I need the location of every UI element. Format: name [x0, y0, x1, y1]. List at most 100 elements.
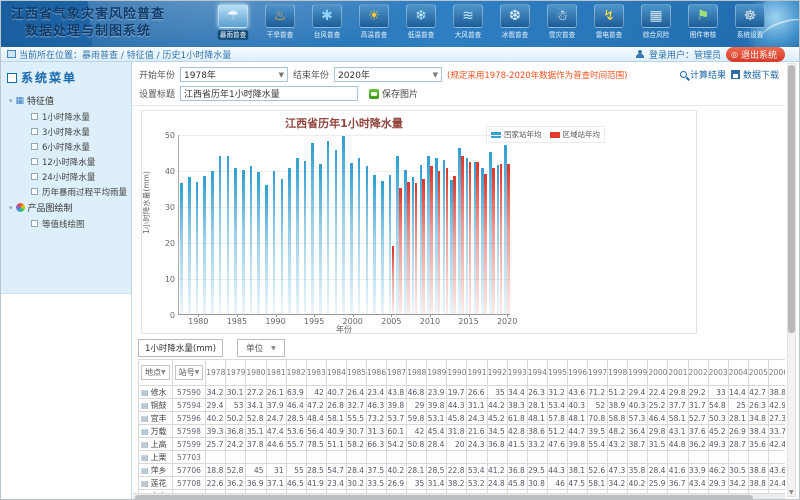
sidebar-item-1-4[interactable]: 12小时降水量: [1, 154, 131, 169]
table-body: ▤修水5759034.230.127.226.163.94240.726.423…: [139, 386, 786, 500]
sidebar-item-1-5[interactable]: 24小时降水量: [1, 169, 131, 184]
logout-label: 退出系统: [741, 48, 777, 61]
start-year-select[interactable]: 1978年▼: [180, 67, 288, 82]
toolbar-item-10[interactable]: ▦综合风险: [634, 4, 678, 40]
sidebar-item-1-3[interactable]: 6小时降水量: [1, 139, 131, 154]
year-header-1998: 1998: [608, 360, 628, 386]
value-cell: [768, 451, 785, 464]
logged-in-user: 登录用户：管理员: [649, 48, 721, 61]
vscroll-thumb[interactable]: [788, 65, 795, 333]
value-cell: 78.5: [306, 438, 326, 451]
value-cell: 28.4: [427, 438, 447, 451]
value-cell: 53: [226, 399, 246, 412]
value-cell: 36.2: [226, 477, 246, 490]
table-row-1[interactable]: ▤修水5759034.230.127.226.163.94240.726.423…: [139, 386, 786, 399]
sidebar-item-2-1[interactable]: 等值线绘图: [1, 216, 131, 231]
save-image-button[interactable]: 保存图片: [369, 87, 418, 100]
value-cell: 38.3: [507, 399, 527, 412]
value-cell: 30.8: [527, 477, 547, 490]
value-cell: 42.9: [768, 399, 785, 412]
value-cell: 61.8: [507, 412, 527, 425]
toolbar-item-label: 干旱普查: [267, 30, 294, 40]
table-row-3[interactable]: ▤宜丰5759640.250.252.824.728.548.458.155.5…: [139, 412, 786, 425]
toolbar-item-3[interactable]: ✱台风普查: [305, 4, 349, 40]
table-row-2[interactable]: ▤铜鼓5759429.45334.137.946.447.226.832.746…: [139, 399, 786, 412]
value-cell: 42.8: [507, 425, 527, 438]
toolbar-item-11[interactable]: ⚑图件审核: [681, 4, 725, 40]
checkbox-icon[interactable]: [31, 113, 38, 120]
year-header-1982: 1982: [286, 360, 306, 386]
dataset-button[interactable]: 1小时降水量(mm): [138, 339, 223, 357]
checkbox-icon[interactable]: [31, 188, 38, 195]
value-cell: 30.1: [226, 386, 246, 399]
toolbar-item-9[interactable]: ↯雷电普查: [587, 4, 631, 40]
toolbar-item-8[interactable]: ☃雪灾普查: [540, 4, 584, 40]
download-button[interactable]: 数据下载: [731, 68, 779, 81]
sidebar-item-1-6[interactable]: 历年暴雨过程平均雨量: [1, 184, 131, 199]
expander-icon[interactable]: ▾: [9, 97, 13, 105]
value-cell: 48.4: [306, 412, 326, 425]
value-cell: [688, 451, 708, 464]
bar-regional-2015: [469, 162, 472, 314]
year-header-1989: 1989: [427, 360, 447, 386]
scroll-down-arrow[interactable]: ▼: [789, 489, 794, 496]
value-cell: 39.5: [588, 425, 608, 438]
place-filter-dropdown[interactable]: 地点▼: [141, 365, 170, 380]
end-year-select[interactable]: 2020年▼: [334, 67, 442, 82]
sidebar-item-1-1[interactable]: 1小时降水量: [1, 109, 131, 124]
value-cell: 29.4: [628, 386, 648, 399]
expander-icon[interactable]: ▾: [9, 204, 13, 212]
value-cell: 49.3: [708, 438, 728, 451]
header-banner: 江西省气象灾害风险普查 数据处理与制图系统 ☂暴雨普查♨干旱普查✱台风普查☀高温…: [1, 1, 799, 47]
value-cell: 70.8: [588, 412, 608, 425]
chart-title-input[interactable]: 江西省历年1小时降水量: [180, 86, 358, 101]
logout-button[interactable]: ◎ 退出系统: [726, 47, 785, 62]
checkbox-icon[interactable]: [31, 173, 38, 180]
table-row-7[interactable]: ▤萍乡5770618.852.845315528.554.728.437.540…: [139, 464, 786, 477]
unit-dropdown[interactable]: 单位 ▼: [237, 339, 285, 357]
breadcrumb[interactable]: 暴雨普查 / 特征值 / 历史1小时降水量: [82, 48, 231, 61]
station-cell: 57706: [172, 464, 206, 477]
table-row-4[interactable]: ▤万载5759839.336.835.147.453.656.440.930.7…: [139, 425, 786, 438]
value-cell: 29.8: [648, 425, 668, 438]
chevron-down-icon: ▼: [195, 369, 200, 376]
toolbar-item-5[interactable]: ❄低温普查: [399, 4, 443, 40]
table-row-5[interactable]: ▤上高5759925.724.237.844.655.778.551.158.2…: [139, 438, 786, 451]
checkbox-icon[interactable]: [31, 143, 38, 150]
vertical-scrollbar[interactable]: ▼: [787, 63, 796, 497]
year-header-1984: 1984: [326, 360, 346, 386]
sidebar-node-2[interactable]: ▾产品图绘制: [1, 199, 131, 216]
value-cell: [728, 451, 748, 464]
toolbar-item-6[interactable]: ≋大风普查: [446, 4, 490, 40]
typhoon-icon: ✱: [312, 4, 342, 28]
checkbox-icon[interactable]: [31, 128, 38, 135]
horizontal-scrollbar[interactable]: [133, 493, 785, 500]
toolbar-item-2[interactable]: ♨干旱普查: [258, 4, 302, 40]
table-row-8[interactable]: ▤莲花5770822.636.236.937.146.541.923.430.2…: [139, 477, 786, 490]
place-cell: ▤莲花: [139, 477, 173, 490]
station-filter-dropdown[interactable]: 站号▼: [175, 365, 204, 380]
sidebar-item-1-2[interactable]: 3小时降水量: [1, 124, 131, 139]
value-cell: [306, 451, 326, 464]
value-cell: [648, 451, 668, 464]
hscroll-thumb[interactable]: [135, 495, 753, 500]
toolbar-item-7[interactable]: ❆冰雹普查: [493, 4, 537, 40]
year-header-1988: 1988: [407, 360, 427, 386]
user-icon: [636, 50, 644, 58]
checkbox-icon[interactable]: [31, 158, 38, 165]
calculate-button[interactable]: 计算结果: [680, 68, 726, 81]
value-cell: 60.1: [387, 425, 407, 438]
table-row-6[interactable]: ▤上栗57703: [139, 451, 786, 464]
bar-national-1991: [281, 179, 284, 314]
toolbar-item-1[interactable]: ☂暴雨普查: [211, 4, 255, 40]
value-cell: 52: [588, 399, 608, 412]
value-cell: 46.4: [648, 412, 668, 425]
bar-national-1981: [203, 176, 206, 314]
bar-national-2003: [373, 175, 376, 314]
sidebar-node-1[interactable]: ▾▦特征值: [1, 92, 131, 109]
checkbox-icon[interactable]: [31, 220, 38, 227]
toolbar-item-12[interactable]: ☸系统设置: [728, 4, 772, 40]
title-controls: 设置标题 江西省历年1小时降水量 保存图片: [139, 86, 779, 101]
toolbar-item-4[interactable]: ☀高温普查: [352, 4, 396, 40]
year-header-1994: 1994: [527, 360, 547, 386]
